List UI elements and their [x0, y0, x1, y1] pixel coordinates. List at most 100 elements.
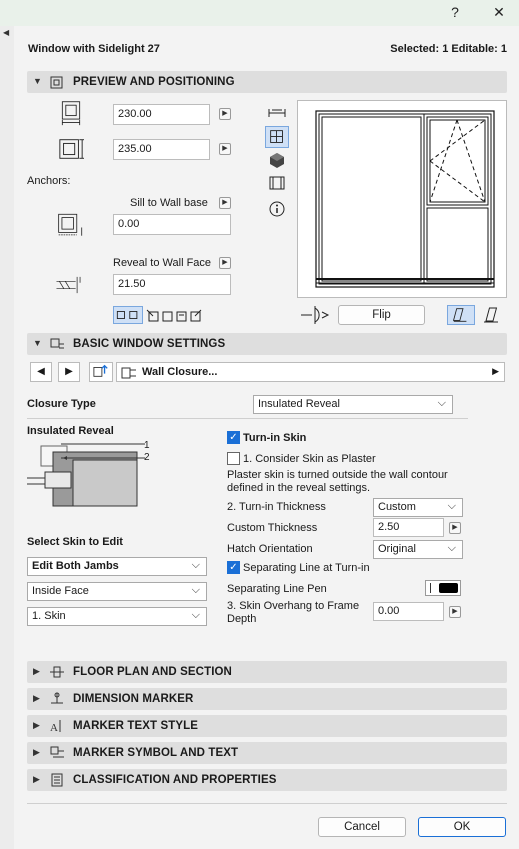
anchor-outside-icon: [116, 311, 138, 319]
floor-plan-icon: [50, 666, 64, 678]
custom-thickness-input[interactable]: 2.50: [373, 518, 444, 537]
footer-divider: [27, 803, 507, 804]
reveal-label: Reveal to Wall Face: [113, 257, 212, 269]
section-title: PREVIEW AND POSITIONING: [73, 76, 235, 88]
elevation-view-button[interactable]: [265, 126, 289, 148]
plan-view-icon[interactable]: [267, 104, 287, 122]
plaster-note: Plaster skin is turned outside the wall …: [227, 469, 448, 494]
info-icon[interactable]: [267, 200, 287, 218]
door-swing-b-icon[interactable]: [480, 306, 504, 324]
side-collapse-bar[interactable]: ◀: [0, 26, 14, 849]
opening-side-a-button[interactable]: [447, 305, 475, 325]
chevron-down-icon: ⌵: [447, 500, 456, 512]
face-select[interactable]: Inside Face ⌵: [27, 582, 207, 601]
chevron-down-icon: ⌵: [191, 559, 200, 571]
preview-box: [297, 100, 507, 298]
collapsed-triangle-icon: ▶: [33, 720, 40, 730]
section-floor-plan[interactable]: ▶ FLOOR PLAN AND SECTION: [27, 661, 507, 683]
skin-overhang-input[interactable]: 0.00: [373, 602, 444, 621]
skin-overhang-arrow-button[interactable]: ▶: [449, 606, 461, 618]
page-up-icon: [93, 364, 108, 377]
width-input[interactable]: 230.00: [113, 104, 210, 125]
collapsed-triangle-icon: ▶: [33, 666, 40, 676]
text-style-icon: A: [50, 720, 61, 734]
section-marker-text-style[interactable]: ▶ A MARKER TEXT STYLE: [27, 715, 507, 737]
width-arrow-button[interactable]: ▶: [219, 108, 231, 120]
consider-plaster-label: 1. Consider Skin as Plaster: [243, 453, 376, 465]
ok-button[interactable]: OK: [418, 817, 506, 837]
section-preview-positioning[interactable]: ▼ PREVIEW AND POSITIONING: [27, 71, 507, 93]
select-skin-label: Select Skin to Edit: [27, 536, 123, 548]
reveal-arrow-button[interactable]: ▶: [219, 257, 231, 269]
section-classification[interactable]: ▶ CLASSIFICATION AND PROPERTIES: [27, 769, 507, 791]
diagram-label-2: 2: [144, 452, 150, 463]
divider: [27, 418, 468, 419]
separating-pen-label: Separating Line Pen: [227, 583, 327, 595]
settings-icon: [50, 338, 64, 349]
sill-arrow-button[interactable]: ▶: [219, 197, 231, 209]
dimension-marker-icon: [51, 692, 63, 704]
anchors-label: Anchors:: [27, 175, 71, 187]
next-page-button[interactable]: ▶: [58, 362, 80, 382]
preview-icon: [50, 76, 63, 89]
sill-label: Sill to Wall base: [130, 197, 208, 209]
mirror-icon[interactable]: [298, 304, 332, 326]
section-marker-symbol-text[interactable]: ▶ MARKER SYMBOL AND TEXT: [27, 742, 507, 764]
anchor-outside-tool[interactable]: [113, 306, 143, 324]
skin-select-value: 1. Skin: [32, 610, 66, 622]
prev-page-button[interactable]: ◀: [30, 362, 52, 382]
page-arrow-icon: ▶: [492, 366, 499, 376]
closure-type-value: Insulated Reveal: [258, 398, 340, 410]
page-up-button[interactable]: [89, 362, 113, 382]
pen-color-swatch: [439, 583, 458, 593]
close-button[interactable]: ✕: [484, 2, 514, 22]
insulated-reveal-label: Insulated Reveal: [27, 425, 114, 437]
section-title: BASIC WINDOW SETTINGS: [73, 338, 226, 350]
hatch-orientation-select[interactable]: Original ⌵: [373, 540, 463, 559]
custom-thickness-arrow-button[interactable]: ▶: [449, 522, 461, 534]
section-basic-window-settings[interactable]: ▼ BASIC WINDOW SETTINGS: [27, 333, 507, 355]
height-icon: [59, 139, 84, 159]
window-elevation-drawing: [315, 110, 495, 288]
section-dimension-marker[interactable]: ▶ DIMENSION MARKER: [27, 688, 507, 710]
help-button[interactable]: ?: [440, 2, 470, 22]
reveal-icon: [56, 276, 81, 294]
section-title: MARKER TEXT STYLE: [73, 720, 199, 732]
reveal-input[interactable]: 21.50: [113, 274, 231, 295]
flip-button[interactable]: Flip: [338, 305, 425, 325]
collapsed-triangle-icon: ▶: [33, 693, 40, 703]
3d-view-icon[interactable]: [267, 151, 287, 169]
turn-in-thickness-select[interactable]: Custom ⌵: [373, 498, 463, 517]
section-title: MARKER SYMBOL AND TEXT: [73, 747, 239, 759]
pen-selector[interactable]: [425, 580, 461, 596]
turn-in-skin-label: Turn-in Skin: [243, 432, 307, 444]
anchor-sill-icon[interactable]: [187, 307, 207, 325]
separating-line-checkbox[interactable]: ✓: [227, 561, 240, 574]
section-title: CLASSIFICATION AND PROPERTIES: [73, 774, 277, 786]
selection-status: Selected: 1 Editable: 1: [390, 43, 507, 55]
sill-input[interactable]: 0.00: [113, 214, 231, 235]
cancel-button[interactable]: Cancel: [318, 817, 406, 837]
chevron-down-icon: ⌵: [447, 542, 456, 554]
turn-in-thickness-label: 2. Turn-in Thickness: [227, 501, 326, 513]
face-select-value: Inside Face: [32, 585, 89, 597]
diagram-label-1: 1: [144, 440, 150, 451]
elevation-view-icon: [270, 130, 283, 143]
page-name: Wall Closure...: [142, 366, 218, 378]
page-selector[interactable]: Wall Closure... ▶: [116, 362, 505, 382]
consider-plaster-checkbox[interactable]: [227, 452, 240, 465]
section-title: DIMENSION MARKER: [73, 693, 194, 705]
height-arrow-button[interactable]: ▶: [219, 143, 231, 155]
jamb-select[interactable]: Edit Both Jambs ⌵: [27, 557, 207, 576]
turn-in-thickness-value: Custom: [378, 501, 416, 513]
marker-symbol-icon: [50, 746, 64, 758]
skin-overhang-label: 3. Skin Overhang to Frame Depth: [227, 600, 360, 625]
height-input[interactable]: 235.00: [113, 139, 210, 160]
separating-line-label: Separating Line at Turn-in: [243, 562, 370, 574]
section-view-icon[interactable]: [267, 174, 287, 192]
jamb-select-value: Edit Both Jambs: [32, 560, 119, 572]
skin-select[interactable]: 1. Skin ⌵: [27, 607, 207, 626]
closure-type-select[interactable]: Insulated Reveal ⌵: [253, 395, 453, 414]
expanded-triangle-icon: ▼: [33, 338, 42, 348]
turn-in-skin-checkbox[interactable]: ✓: [227, 431, 240, 444]
